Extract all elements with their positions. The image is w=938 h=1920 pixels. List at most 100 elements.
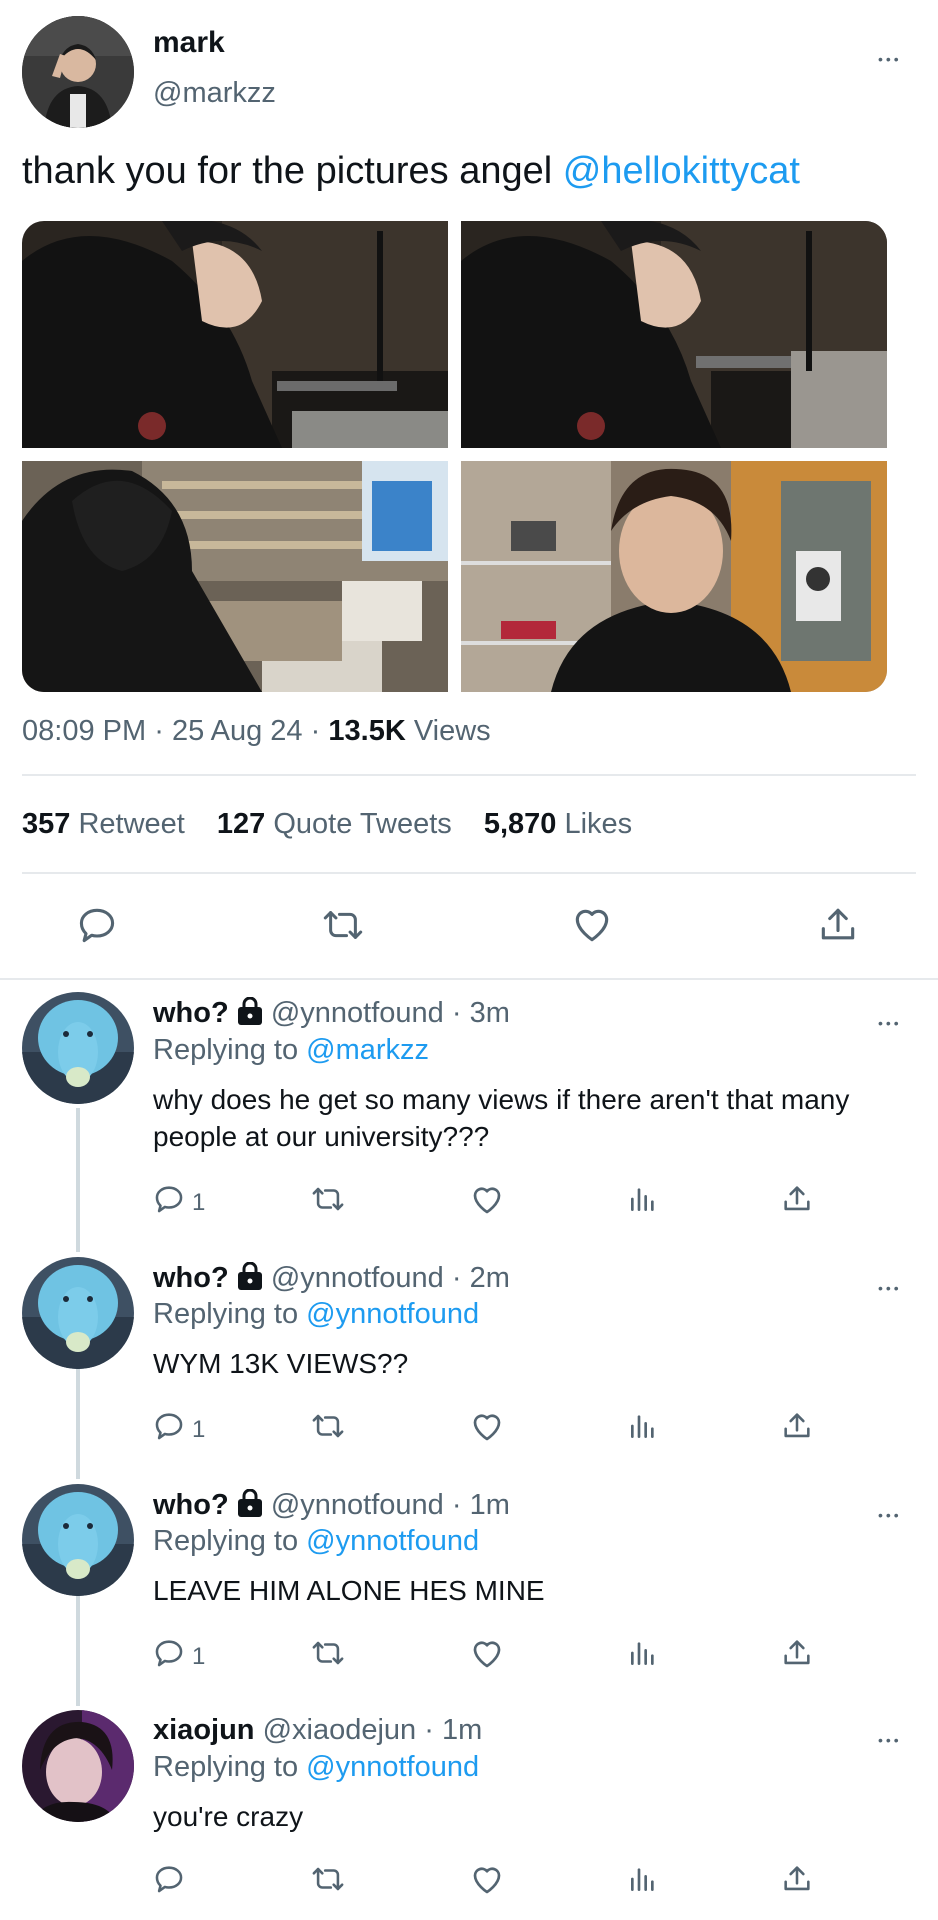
- reply-actions: [0, 1862, 938, 1902]
- reply-avatar[interactable]: [22, 1484, 134, 1596]
- reply-text: why does he get so many views if there a…: [153, 1084, 850, 1152]
- more-options-icon[interactable]: [878, 1271, 902, 1297]
- reply-author-handle[interactable]: @xiaodejun: [263, 1714, 417, 1746]
- share-icon[interactable]: [816, 903, 860, 947]
- share-button[interactable]: [780, 1636, 814, 1677]
- author-avatar[interactable]: [22, 16, 134, 128]
- meta-separator: ·: [451, 997, 462, 1029]
- retweet-button[interactable]: [309, 1182, 347, 1223]
- tweet-photo-1[interactable]: [22, 221, 448, 448]
- reply-avatar[interactable]: [22, 1257, 134, 1369]
- views-button[interactable]: [627, 1182, 659, 1223]
- reply-actions: 1: [0, 1636, 938, 1676]
- retweet-button[interactable]: [309, 1862, 347, 1903]
- tweet-time: 08:09 PM: [22, 715, 147, 747]
- tweet-photo-2[interactable]: [461, 221, 887, 448]
- likes-label: Likes: [564, 808, 633, 840]
- views-label: Views: [413, 715, 491, 747]
- views-button[interactable]: [627, 1862, 659, 1903]
- replying-to: Replying to @ynnotfound: [153, 1751, 479, 1784]
- reply-author-handle[interactable]: @ynnotfound: [271, 1489, 444, 1521]
- views-icon: [627, 1636, 659, 1677]
- tweet-text-body: thank you for the pictures angel: [22, 150, 563, 192]
- reply-button[interactable]: 1: [152, 1636, 205, 1677]
- retweet-button[interactable]: [309, 1409, 347, 1450]
- thread-line: [76, 1108, 80, 1252]
- reply-time: 1m: [469, 1489, 510, 1521]
- author-name[interactable]: mark: [153, 26, 225, 60]
- reply-author-name[interactable]: who?: [153, 1489, 229, 1521]
- author-handle[interactable]: @markzz: [153, 77, 276, 110]
- reply-avatar[interactable]: [22, 1710, 134, 1822]
- reply-time: 3m: [469, 997, 510, 1029]
- like-button[interactable]: [469, 1636, 505, 1679]
- like-button[interactable]: [469, 1182, 505, 1225]
- more-options-icon[interactable]: [878, 1723, 902, 1749]
- reply-author-name[interactable]: who?: [153, 997, 229, 1029]
- tweet-mention-link[interactable]: @hellokittycat: [563, 150, 800, 192]
- more-options-icon[interactable]: [878, 42, 902, 68]
- divider: [0, 978, 938, 980]
- retweets-label: Retweet: [78, 808, 185, 840]
- share-button[interactable]: [780, 1862, 814, 1903]
- reply-icon: [152, 1636, 186, 1677]
- tweet-photo-4[interactable]: [461, 461, 887, 692]
- replying-prefix: Replying to: [153, 1525, 307, 1557]
- replying-to: Replying to @markzz: [153, 1034, 429, 1067]
- reply-text: you're crazy: [153, 1801, 304, 1832]
- reply-header: who? @ynnotfound · 2m: [153, 1261, 510, 1298]
- reply-time: 1m: [441, 1714, 483, 1746]
- reply-avatar[interactable]: [22, 992, 134, 1104]
- like-button[interactable]: [469, 1409, 505, 1452]
- reply-header: who? @ynnotfound · 1m: [153, 1488, 510, 1525]
- share-icon: [780, 1182, 814, 1223]
- reply-button[interactable]: [152, 1862, 186, 1903]
- meta-separator: ·: [451, 1489, 462, 1521]
- share-button[interactable]: [780, 1409, 814, 1450]
- likes-count: 5,870: [483, 808, 557, 840]
- quotes-label: Quote Tweets: [273, 808, 452, 840]
- replying-to-link[interactable]: @markzz: [306, 1034, 429, 1066]
- heart-icon[interactable]: [570, 903, 614, 947]
- reply-author-name[interactable]: who?: [153, 1262, 229, 1294]
- reply-text: LEAVE HIM ALONE HES MINE: [153, 1575, 545, 1606]
- reply-author-handle[interactable]: @ynnotfound: [271, 997, 444, 1029]
- reply-button[interactable]: 1: [152, 1409, 205, 1450]
- retweets-count: 357: [22, 808, 71, 840]
- tweet-date: 25 Aug 24: [171, 715, 303, 747]
- reply-author-handle[interactable]: @ynnotfound: [271, 1262, 444, 1294]
- quotes-count: 127: [216, 808, 266, 840]
- tweet-meta: 08:09 PM · 25 Aug 24 · 13.5K Views: [22, 715, 491, 748]
- views-button[interactable]: [627, 1636, 659, 1677]
- like-button[interactable]: [469, 1862, 505, 1905]
- replying-to-link[interactable]: @ynnotfound: [306, 1751, 479, 1783]
- replying-prefix: Replying to: [153, 1034, 307, 1066]
- heart-icon: [469, 1182, 505, 1225]
- share-button[interactable]: [780, 1182, 814, 1223]
- replying-prefix: Replying to: [153, 1751, 307, 1783]
- reply-author-name[interactable]: xiaojun: [153, 1714, 255, 1746]
- reply-icon[interactable]: [75, 903, 119, 947]
- retweets-stat[interactable]: 357 Retweet: [22, 808, 209, 840]
- retweet-button[interactable]: [309, 1636, 347, 1677]
- meta-separator: ·: [310, 715, 321, 747]
- reply-icon: [152, 1862, 186, 1903]
- views-button[interactable]: [627, 1409, 659, 1450]
- tweet-photo-3[interactable]: [22, 461, 448, 692]
- more-options-icon[interactable]: [878, 1498, 902, 1524]
- likes-stat[interactable]: 5,870 Likes: [484, 808, 656, 840]
- tweet-stats: 357 Retweet 127 Quote Tweets 5,870 Likes: [22, 808, 656, 841]
- reply-count: 1: [192, 1642, 206, 1670]
- more-options-icon[interactable]: [878, 1006, 902, 1032]
- reply-count: 1: [192, 1188, 206, 1216]
- share-icon: [780, 1862, 814, 1903]
- retweet-icon: [309, 1182, 347, 1223]
- reply-button[interactable]: 1: [152, 1182, 205, 1223]
- replying-to-link[interactable]: @ynnotfound: [306, 1525, 479, 1557]
- quotes-stat[interactable]: 127 Quote Tweets: [217, 808, 476, 840]
- replying-to-link[interactable]: @ynnotfound: [306, 1298, 479, 1330]
- divider: [22, 872, 916, 874]
- retweet-icon[interactable]: [320, 903, 366, 947]
- lock-icon: [237, 1261, 263, 1298]
- replying-prefix: Replying to: [153, 1298, 307, 1330]
